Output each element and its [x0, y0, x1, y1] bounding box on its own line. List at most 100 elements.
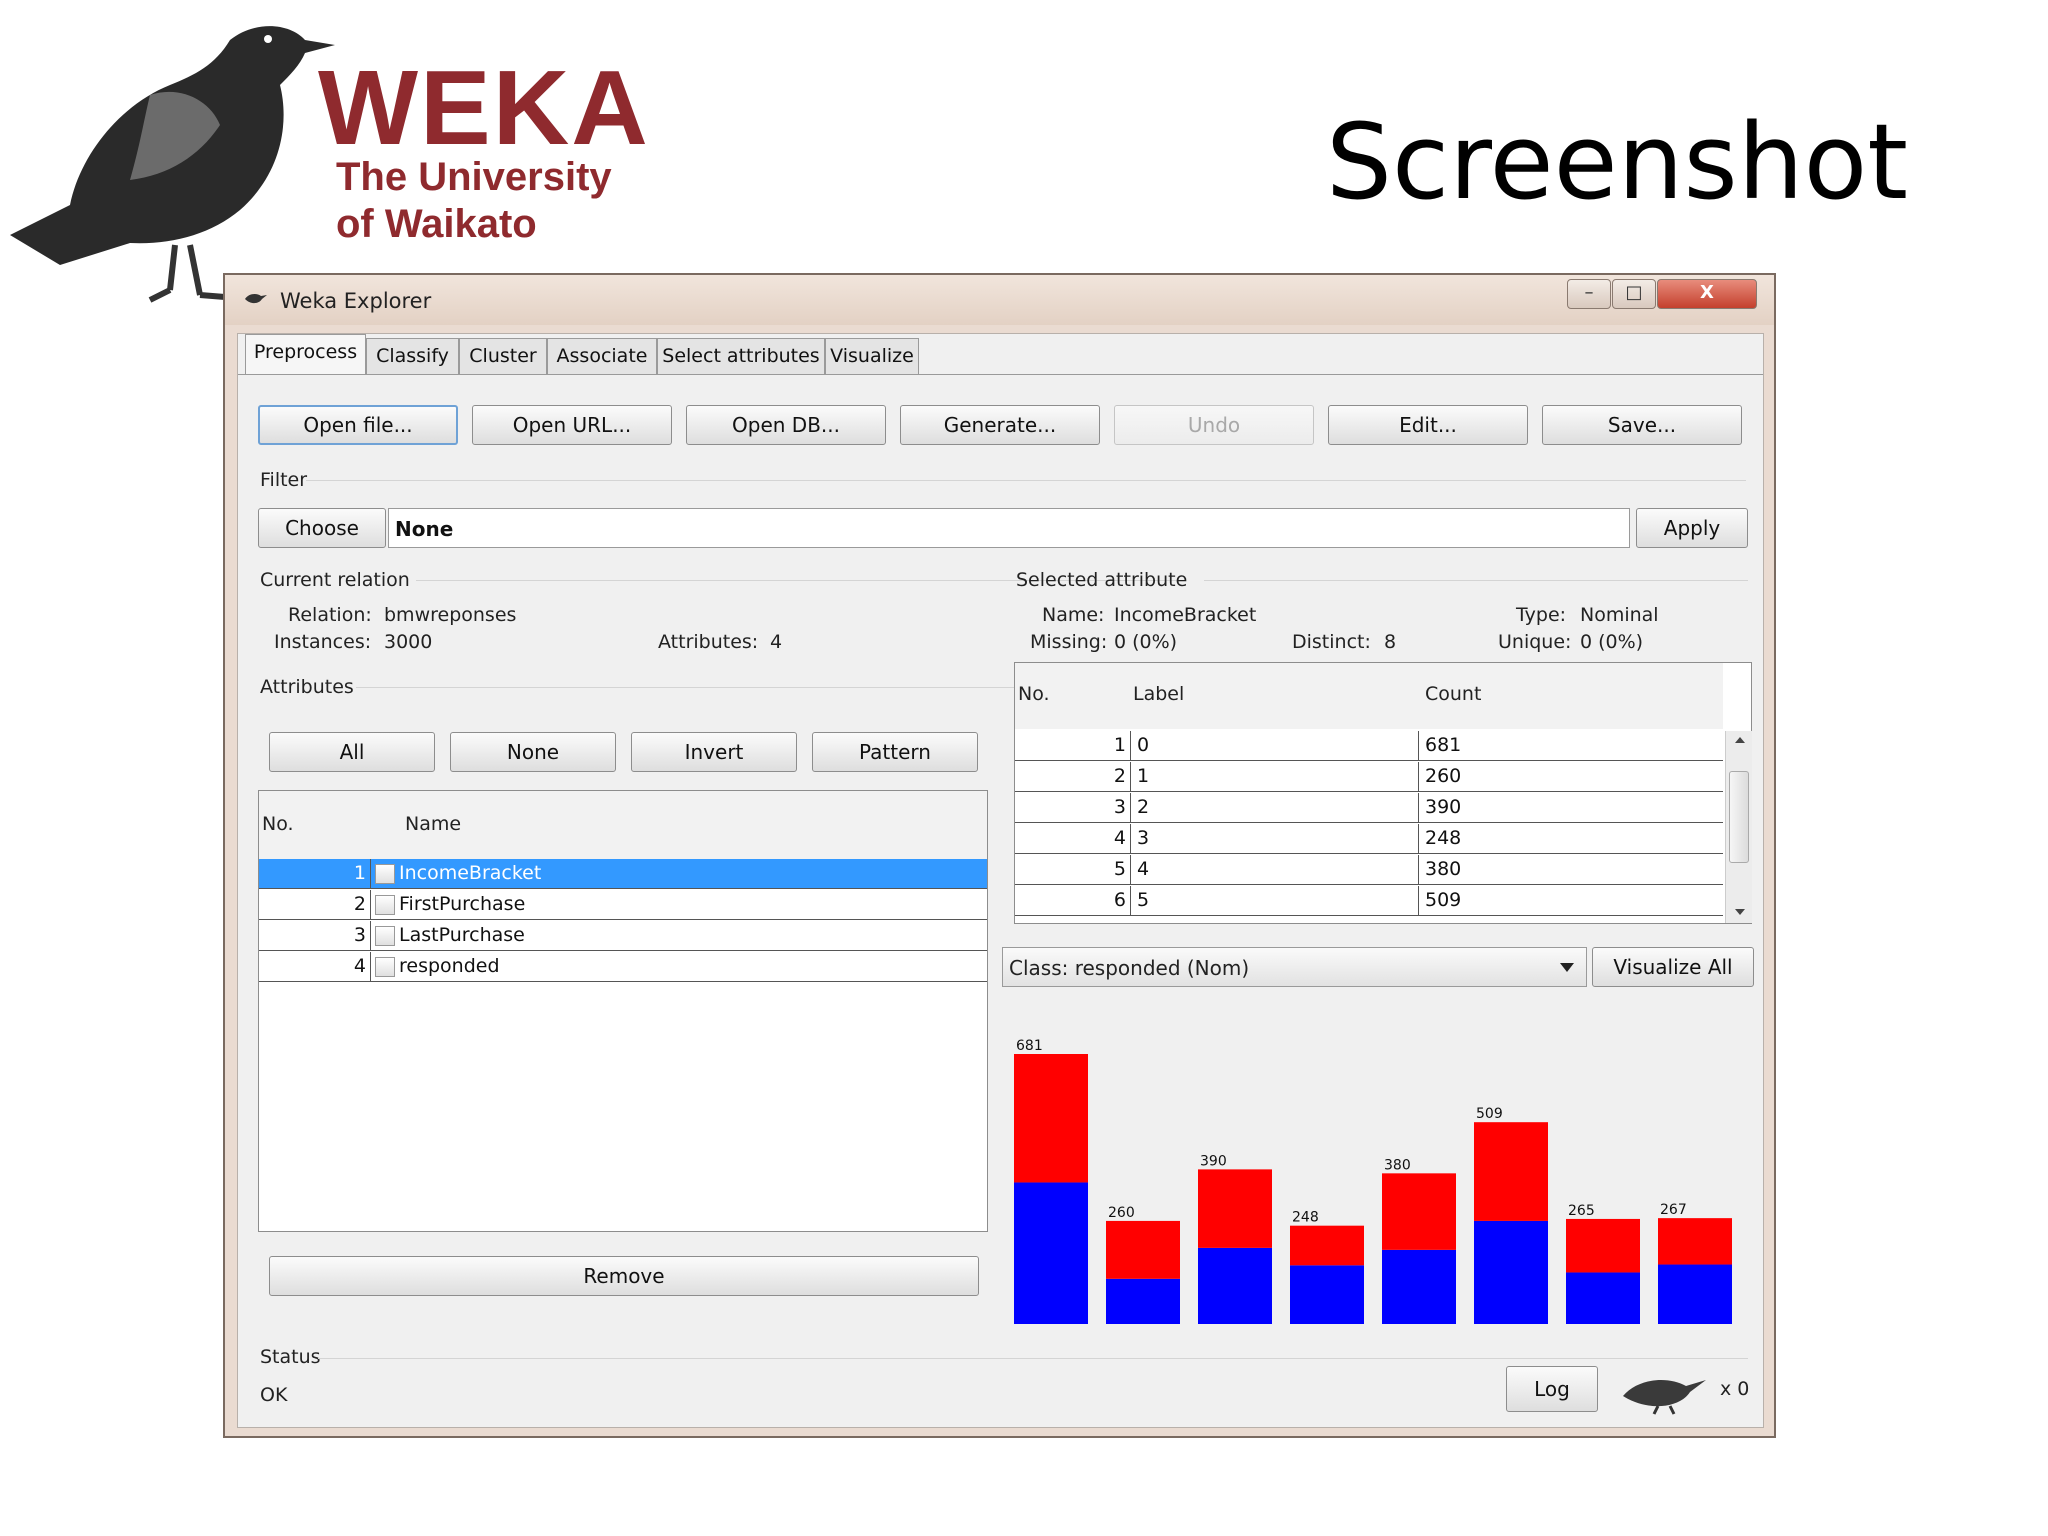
filter-choose-button[interactable]: Choose	[258, 508, 386, 548]
maximize-icon: □	[1625, 282, 1643, 303]
tab-cluster[interactable]: Cluster	[459, 338, 547, 374]
select-all-button[interactable]: All	[269, 732, 435, 772]
column-header-name[interactable]: Name	[405, 813, 461, 835]
attr-unique-value: 0 (0%)	[1580, 631, 1644, 653]
table-scrollbar[interactable]	[1725, 731, 1752, 923]
selected-attribute-separator	[1204, 580, 1748, 581]
filter-field[interactable]: None	[388, 508, 1630, 548]
bar-segment	[1106, 1278, 1180, 1324]
label-row-no: 2	[1015, 762, 1131, 792]
bar-total-label: 267	[1660, 1202, 1687, 1218]
attribute-row[interactable]: 4 responded	[259, 952, 987, 982]
tab-classify[interactable]: Classify	[366, 338, 459, 374]
tab-preprocess[interactable]: Preprocess	[245, 334, 366, 374]
label-row-label: 2	[1135, 793, 1419, 823]
attr-missing-value: 0 (0%)	[1114, 631, 1178, 653]
remove-button[interactable]: Remove	[269, 1256, 979, 1296]
attribute-checkbox[interactable]	[375, 957, 395, 977]
bar-segment	[1290, 1265, 1364, 1324]
label-count-row[interactable]: 3 2 390	[1015, 793, 1723, 823]
label-row-count: 260	[1425, 765, 1462, 787]
visualize-all-button[interactable]: Visualize All	[1592, 947, 1754, 987]
attributes-table: No. Name 1 IncomeBracket 2 FirstPurchase…	[258, 790, 988, 1232]
scroll-thumb[interactable]	[1729, 771, 1749, 863]
attribute-row[interactable]: 1 IncomeBracket	[259, 859, 987, 889]
pattern-button[interactable]: Pattern	[812, 732, 978, 772]
column-header-no[interactable]: No.	[262, 813, 294, 835]
bar-segment	[1382, 1173, 1456, 1250]
tab-divider	[238, 374, 1763, 375]
label-count-row[interactable]: 1 0 681	[1015, 731, 1723, 761]
university-line-2: of Waikato	[336, 202, 537, 246]
label-count-row[interactable]: 4 3 248	[1015, 824, 1723, 854]
open-file-button[interactable]: Open file...	[258, 405, 458, 445]
window-title: Weka Explorer	[280, 289, 432, 313]
attribute-checkbox[interactable]	[375, 926, 395, 946]
bar-total-label: 380	[1384, 1157, 1411, 1173]
invert-selection-button[interactable]: Invert	[631, 732, 797, 772]
column-header-label[interactable]: Label	[1133, 683, 1184, 705]
label-row-no: 5	[1015, 855, 1131, 885]
column-header-no[interactable]: No.	[1018, 683, 1050, 705]
instances-label: Instances:	[274, 631, 372, 653]
tab-select-attributes[interactable]: Select attributes	[657, 338, 825, 374]
minimize-icon: –	[1584, 282, 1594, 303]
label-row-label: 3	[1135, 824, 1419, 854]
attribute-checkbox[interactable]	[375, 864, 395, 884]
instances-value: 3000	[384, 631, 433, 653]
log-button[interactable]: Log	[1506, 1366, 1598, 1412]
label-row-no: 3	[1015, 793, 1131, 823]
attribute-row[interactable]: 3 LastPurchase	[259, 921, 987, 951]
open-db-button[interactable]: Open DB...	[686, 405, 886, 445]
tab-visualize[interactable]: Visualize	[825, 338, 919, 374]
column-header-count[interactable]: Count	[1425, 683, 1481, 705]
class-combo[interactable]: Class: responded (Nom)	[1002, 947, 1587, 987]
weka-status-bird-icon	[1623, 1380, 1706, 1415]
label-count-row[interactable]: 5 4 380	[1015, 855, 1723, 885]
filter-separator	[306, 480, 1746, 481]
undo-button[interactable]: Undo	[1114, 405, 1314, 445]
label-count-row[interactable]: 6 5 509	[1015, 886, 1723, 916]
attr-unique-label: Unique:	[1498, 631, 1572, 653]
chevron-down-icon	[1560, 963, 1574, 972]
attribute-row-name: FirstPurchase	[399, 893, 526, 915]
maximize-button[interactable]: □	[1612, 279, 1656, 309]
save-button[interactable]: Save...	[1542, 405, 1742, 445]
bar-segment	[1566, 1272, 1640, 1324]
university-line-1: The University	[336, 155, 612, 199]
attribute-row-name: IncomeBracket	[399, 862, 542, 884]
scroll-down-icon[interactable]	[1735, 909, 1745, 915]
bar-segment	[1106, 1220, 1180, 1279]
filter-apply-button[interactable]: Apply	[1636, 508, 1748, 548]
label-row-label: 4	[1135, 855, 1419, 885]
bar-total-label: 260	[1108, 1205, 1135, 1221]
select-none-button[interactable]: None	[450, 732, 616, 772]
attribute-row-name: responded	[399, 955, 500, 977]
label-row-no: 4	[1015, 824, 1131, 854]
bar-segment	[1198, 1169, 1272, 1248]
open-url-button[interactable]: Open URL...	[472, 405, 672, 445]
tab-associate[interactable]: Associate	[547, 338, 657, 374]
generate-button[interactable]: Generate...	[900, 405, 1100, 445]
bar-segment	[1014, 1182, 1088, 1324]
title-bar[interactable]: Weka Explorer – □ X	[225, 275, 1774, 325]
bar-segment	[1658, 1218, 1732, 1265]
edit-button[interactable]: Edit...	[1328, 405, 1528, 445]
scroll-up-icon[interactable]	[1735, 737, 1745, 743]
minimize-button[interactable]: –	[1567, 279, 1611, 309]
bar-segment	[1474, 1220, 1548, 1324]
label-count-row[interactable]: 2 1 260	[1015, 762, 1723, 792]
close-button[interactable]: X	[1657, 279, 1757, 309]
class-histogram: 681 260 390 248 380 509 265 267	[1014, 1038, 1732, 1324]
class-combo-value: Class: responded (Nom)	[1009, 956, 1250, 980]
attributes-table-header: No. Name	[259, 791, 987, 859]
label-row-count: 681	[1425, 734, 1462, 756]
label-row-label: 1	[1135, 762, 1419, 792]
current-relation-label: Current relation	[260, 569, 410, 591]
bar-total-label: 509	[1476, 1106, 1503, 1122]
bar-segment	[1566, 1218, 1640, 1273]
attribute-checkbox[interactable]	[375, 895, 395, 915]
attribute-row[interactable]: 2 FirstPurchase	[259, 890, 987, 920]
bar-segment	[1014, 1054, 1088, 1183]
bar-segment	[1658, 1264, 1732, 1324]
